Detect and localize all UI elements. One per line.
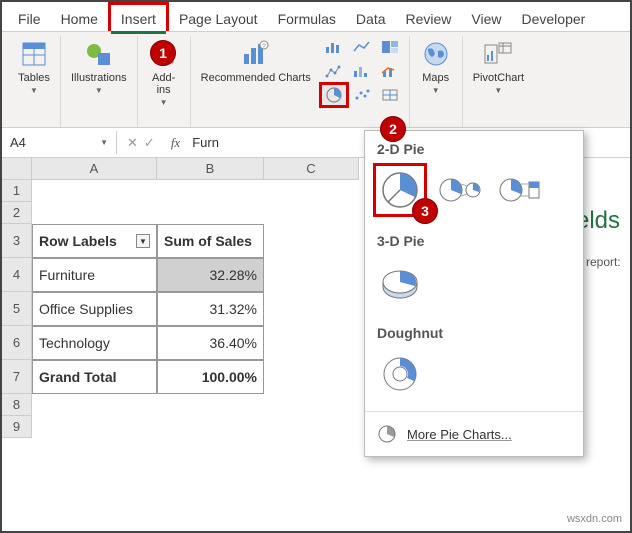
pivotchart-button[interactable]: PivotChart ▼	[469, 36, 528, 97]
pie-chart-button[interactable]	[321, 84, 347, 106]
pivot-header-sum[interactable]: Sum of Sales	[157, 224, 264, 258]
row-header[interactable]: 4	[2, 258, 32, 292]
scatter-chart-button[interactable]	[349, 84, 375, 106]
select-all-corner[interactable]	[2, 158, 32, 180]
row-header[interactable]: 2	[2, 202, 32, 224]
pivot-row-label[interactable]: Technology	[32, 326, 157, 360]
dropdown-arrow-icon: ▼	[100, 138, 108, 147]
addins-label: Add-ins	[152, 72, 175, 96]
tab-data[interactable]: Data	[346, 5, 396, 31]
confirm-icon[interactable]: ✓	[144, 135, 155, 151]
shapes-icon	[83, 38, 115, 70]
row-header[interactable]: 8	[2, 394, 32, 416]
tab-home[interactable]: Home	[51, 5, 108, 31]
pivot-row-value[interactable]: 36.40%	[157, 326, 264, 360]
col-header-b[interactable]: B	[157, 158, 264, 180]
ribbon-body: Tables ▼ Illustrations ▼ Add-ins ▼ ? Rec…	[2, 32, 630, 128]
section-3d-pie: 3-D Pie	[365, 223, 583, 255]
group-charts: ? Recommended Charts	[191, 36, 410, 127]
tab-developer[interactable]: Developer	[512, 5, 596, 31]
tables-label: Tables	[18, 72, 50, 84]
illustrations-button[interactable]: Illustrations ▼	[67, 36, 131, 97]
group-tables: Tables ▼	[8, 36, 61, 127]
recommended-charts-icon: ?	[240, 38, 272, 70]
pivotchart-label: PivotChart	[473, 72, 524, 84]
filter-dropdown-icon[interactable]: ▼	[136, 234, 150, 248]
pivotchart-icon	[482, 38, 514, 70]
group-pivotchart: PivotChart ▼	[463, 36, 534, 127]
callout-1: 1	[150, 40, 176, 66]
name-box-value: A4	[10, 135, 26, 150]
treemap-chart-button[interactable]	[377, 36, 403, 58]
tab-formulas[interactable]: Formulas	[268, 5, 346, 31]
pie-3d-basic[interactable]	[377, 259, 423, 305]
maps-button[interactable]: Maps ▼	[416, 36, 456, 97]
recommended-charts-button[interactable]: ? Recommended Charts	[197, 36, 315, 86]
tab-review[interactable]: Review	[396, 5, 462, 31]
dropdown-arrow-icon: ▼	[30, 86, 38, 95]
group-maps: Maps ▼	[410, 36, 463, 127]
row-header[interactable]: 9	[2, 416, 32, 438]
maps-icon	[420, 38, 452, 70]
menu-separator	[365, 411, 583, 412]
surface-chart-button[interactable]	[377, 84, 403, 106]
pivot-rowlabels-text: Row Labels	[39, 233, 117, 249]
charts-type-grid	[321, 36, 403, 106]
callout-3: 3	[412, 198, 438, 224]
ribbon-tabs: File Home Insert Page Layout Formulas Da…	[2, 2, 630, 32]
tab-insert[interactable]: Insert	[108, 2, 169, 31]
tab-view[interactable]: View	[461, 5, 511, 31]
col-header-a[interactable]: A	[32, 158, 157, 180]
table-icon	[18, 38, 50, 70]
line-chart-button[interactable]	[349, 36, 375, 58]
section-doughnut: Doughnut	[365, 315, 583, 347]
pie-chart-dropdown: 2-D Pie 3-D Pie Doughnut More Pie Charts…	[364, 130, 584, 457]
recommended-charts-label: Recommended Charts	[201, 72, 311, 84]
column-chart-button[interactable]	[321, 36, 347, 58]
pivot-row-label[interactable]: Furniture	[32, 258, 157, 292]
pivot-row-label[interactable]: Office Supplies	[32, 292, 157, 326]
more-pie-charts[interactable]: More Pie Charts...	[365, 416, 583, 452]
bar-of-pie[interactable]	[497, 167, 543, 213]
name-box[interactable]: A4 ▼	[2, 131, 117, 154]
cancel-icon[interactable]: ✕	[127, 135, 138, 151]
pie-outline-icon	[377, 424, 397, 444]
row-header[interactable]: 5	[2, 292, 32, 326]
dropdown-arrow-icon: ▼	[160, 98, 168, 107]
watermark: wsxdn.com	[567, 513, 622, 525]
pivot-row-value[interactable]: 31.32%	[157, 292, 264, 326]
maps-label: Maps	[422, 72, 449, 84]
col-header-c[interactable]: C	[264, 158, 359, 180]
row-header[interactable]: 7	[2, 360, 32, 394]
tab-page-layout[interactable]: Page Layout	[169, 5, 268, 31]
pivot-row-value[interactable]: 32.28%	[157, 258, 264, 292]
dropdown-arrow-icon: ▼	[494, 86, 502, 95]
panel-subtext-fragment: o report:	[576, 255, 630, 269]
group-illustrations: Illustrations ▼	[61, 36, 138, 127]
statistic-chart-button[interactable]	[349, 60, 375, 82]
panel-title-fragment: elds	[576, 207, 630, 235]
pivot-grandtotal-value[interactable]: 100.00%	[157, 360, 264, 394]
hierarchy-chart-button[interactable]	[321, 60, 347, 82]
row-header[interactable]: 1	[2, 180, 32, 202]
dropdown-arrow-icon: ▼	[95, 86, 103, 95]
illustrations-label: Illustrations	[71, 72, 127, 84]
fx-icon[interactable]: fx	[165, 135, 186, 151]
pivot-header-rowlabels[interactable]: Row Labels ▼	[32, 224, 157, 258]
pivot-grandtotal-label[interactable]: Grand Total	[32, 360, 157, 394]
combo-chart-button[interactable]	[377, 60, 403, 82]
more-pie-label: More Pie Charts...	[407, 427, 512, 442]
tables-button[interactable]: Tables ▼	[14, 36, 54, 97]
dropdown-arrow-icon: ▼	[432, 86, 440, 95]
pie-of-pie[interactable]	[437, 167, 483, 213]
tab-file[interactable]: File	[8, 5, 51, 31]
row-headers: 1 2 3 4 5 6 7 8 9	[2, 180, 32, 438]
row-header[interactable]: 6	[2, 326, 32, 360]
callout-2: 2	[380, 116, 406, 142]
formula-bar-buttons: ✕ ✓	[117, 135, 165, 151]
doughnut-basic[interactable]	[377, 351, 423, 397]
row-header[interactable]: 3	[2, 224, 32, 258]
